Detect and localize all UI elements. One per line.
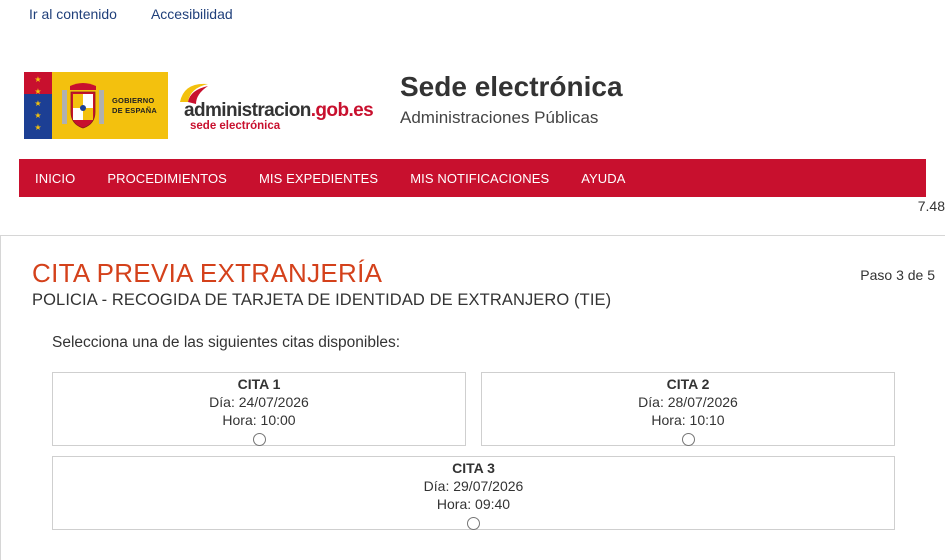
adm-domain: .gob.es bbox=[310, 100, 374, 121]
cita-option-3[interactable]: CITA 3 Día: 29/07/2026 Hora: 09:40 bbox=[52, 456, 895, 530]
administracion-logo: administracion.gob.es sede electrónica bbox=[168, 72, 384, 139]
page-subtitle: POLICIA - RECOGIDA DE TARJETA DE IDENTID… bbox=[32, 291, 612, 309]
adm-main: administracion bbox=[184, 100, 311, 121]
nav-inicio[interactable]: INICIO bbox=[35, 171, 75, 186]
cita-time: Hora: 09:40 bbox=[436, 496, 511, 512]
instruction-text: Selecciona una de las siguientes citas d… bbox=[52, 334, 401, 351]
cita-title: CITA 2 bbox=[666, 376, 710, 392]
cita-day: Día: 28/07/2026 bbox=[638, 394, 738, 410]
skip-to-content-link[interactable]: Ir al contenido bbox=[29, 6, 117, 22]
cita-2-radio[interactable] bbox=[681, 432, 695, 446]
sede-electronica-logo-text: sede electrónica bbox=[190, 120, 281, 132]
cita-time: Hora: 10:00 bbox=[222, 412, 296, 428]
version-label: 7.48 bbox=[917, 198, 945, 214]
cita-time: Hora: 10:10 bbox=[651, 412, 725, 428]
skip-links: Ir al contenido Accesibilidad bbox=[29, 6, 233, 22]
cita-title: CITA 3 bbox=[452, 460, 495, 476]
gobierno-text: GOBIERNO DE ESPAÑA bbox=[112, 96, 157, 116]
gov-line-1: GOBIERNO bbox=[112, 96, 155, 105]
content-panel: CITA PREVIA EXTRANJERÍA POLICIA - RECOGI… bbox=[0, 235, 945, 560]
header-logo[interactable]: ★ ★ ★ ★ ★ GOBIERNO DE ESPAÑA administracion.… bbox=[24, 72, 384, 139]
main-navigation: INICIO PROCEDIMIENTOS MIS EXPEDIENTES MI… bbox=[19, 159, 926, 197]
cita-option-1[interactable]: CITA 1 Día: 24/07/2026 Hora: 10:00 bbox=[52, 372, 466, 446]
gov-line-2: DE ESPAÑA bbox=[112, 106, 158, 115]
site-subtitle: Administraciones Públicas bbox=[400, 108, 599, 127]
cita-title: CITA 1 bbox=[237, 376, 281, 392]
administracion-text: administracion.gob.es bbox=[184, 100, 374, 122]
nav-mis-expedientes[interactable]: MIS EXPEDIENTES bbox=[259, 171, 378, 186]
cita-3-radio[interactable] bbox=[467, 516, 480, 530]
cita-option-2[interactable]: CITA 2 Día: 28/07/2026 Hora: 10:10 bbox=[481, 372, 895, 446]
site-title: Sede electrónica bbox=[400, 71, 623, 102]
cita-day: Día: 24/07/2026 bbox=[209, 394, 309, 410]
accessibility-link[interactable]: Accesibilidad bbox=[151, 6, 233, 22]
coat-of-arms-icon bbox=[62, 83, 104, 129]
stars-icon: ★ ★ ★ ★ ★ bbox=[34, 75, 42, 132]
page-title: CITA PREVIA EXTRANJERÍA bbox=[32, 258, 383, 288]
gobierno-espana-logo: ★ ★ ★ ★ ★ GOBIERNO DE ESPAÑA bbox=[24, 72, 168, 139]
step-indicator: Paso 3 de 5 bbox=[860, 267, 935, 283]
nav-procedimientos[interactable]: PROCEDIMIENTOS bbox=[107, 171, 227, 186]
cita-day: Día: 29/07/2026 bbox=[423, 478, 524, 494]
nav-mis-notificaciones[interactable]: MIS NOTIFICACIONES bbox=[410, 171, 549, 186]
nav-ayuda[interactable]: AYUDA bbox=[581, 171, 625, 186]
cita-1-radio[interactable] bbox=[252, 432, 266, 446]
